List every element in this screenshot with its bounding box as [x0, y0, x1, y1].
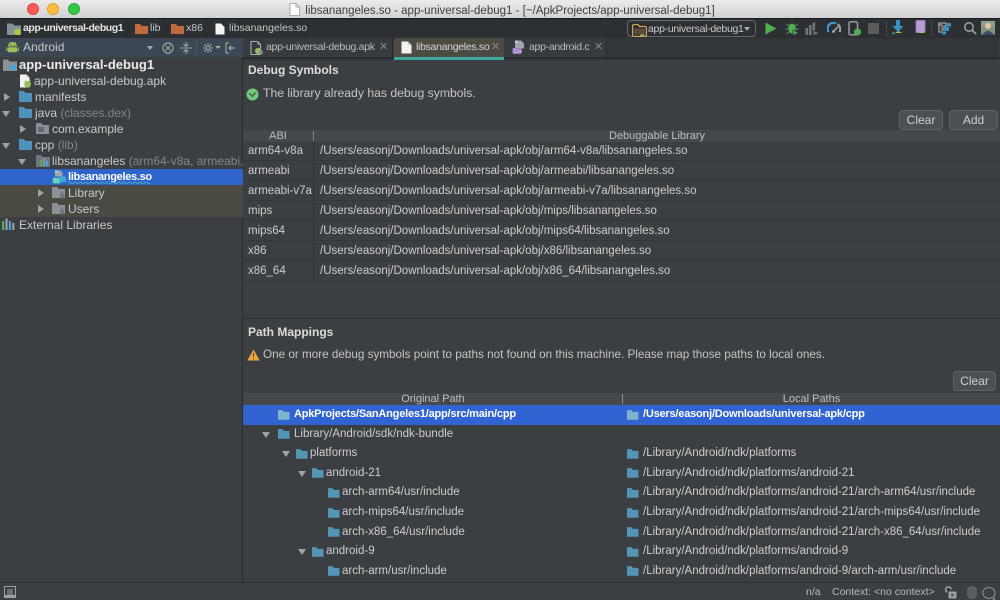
svg-text:01: 01	[54, 179, 60, 184]
svg-text:C++: C++	[514, 49, 523, 55]
